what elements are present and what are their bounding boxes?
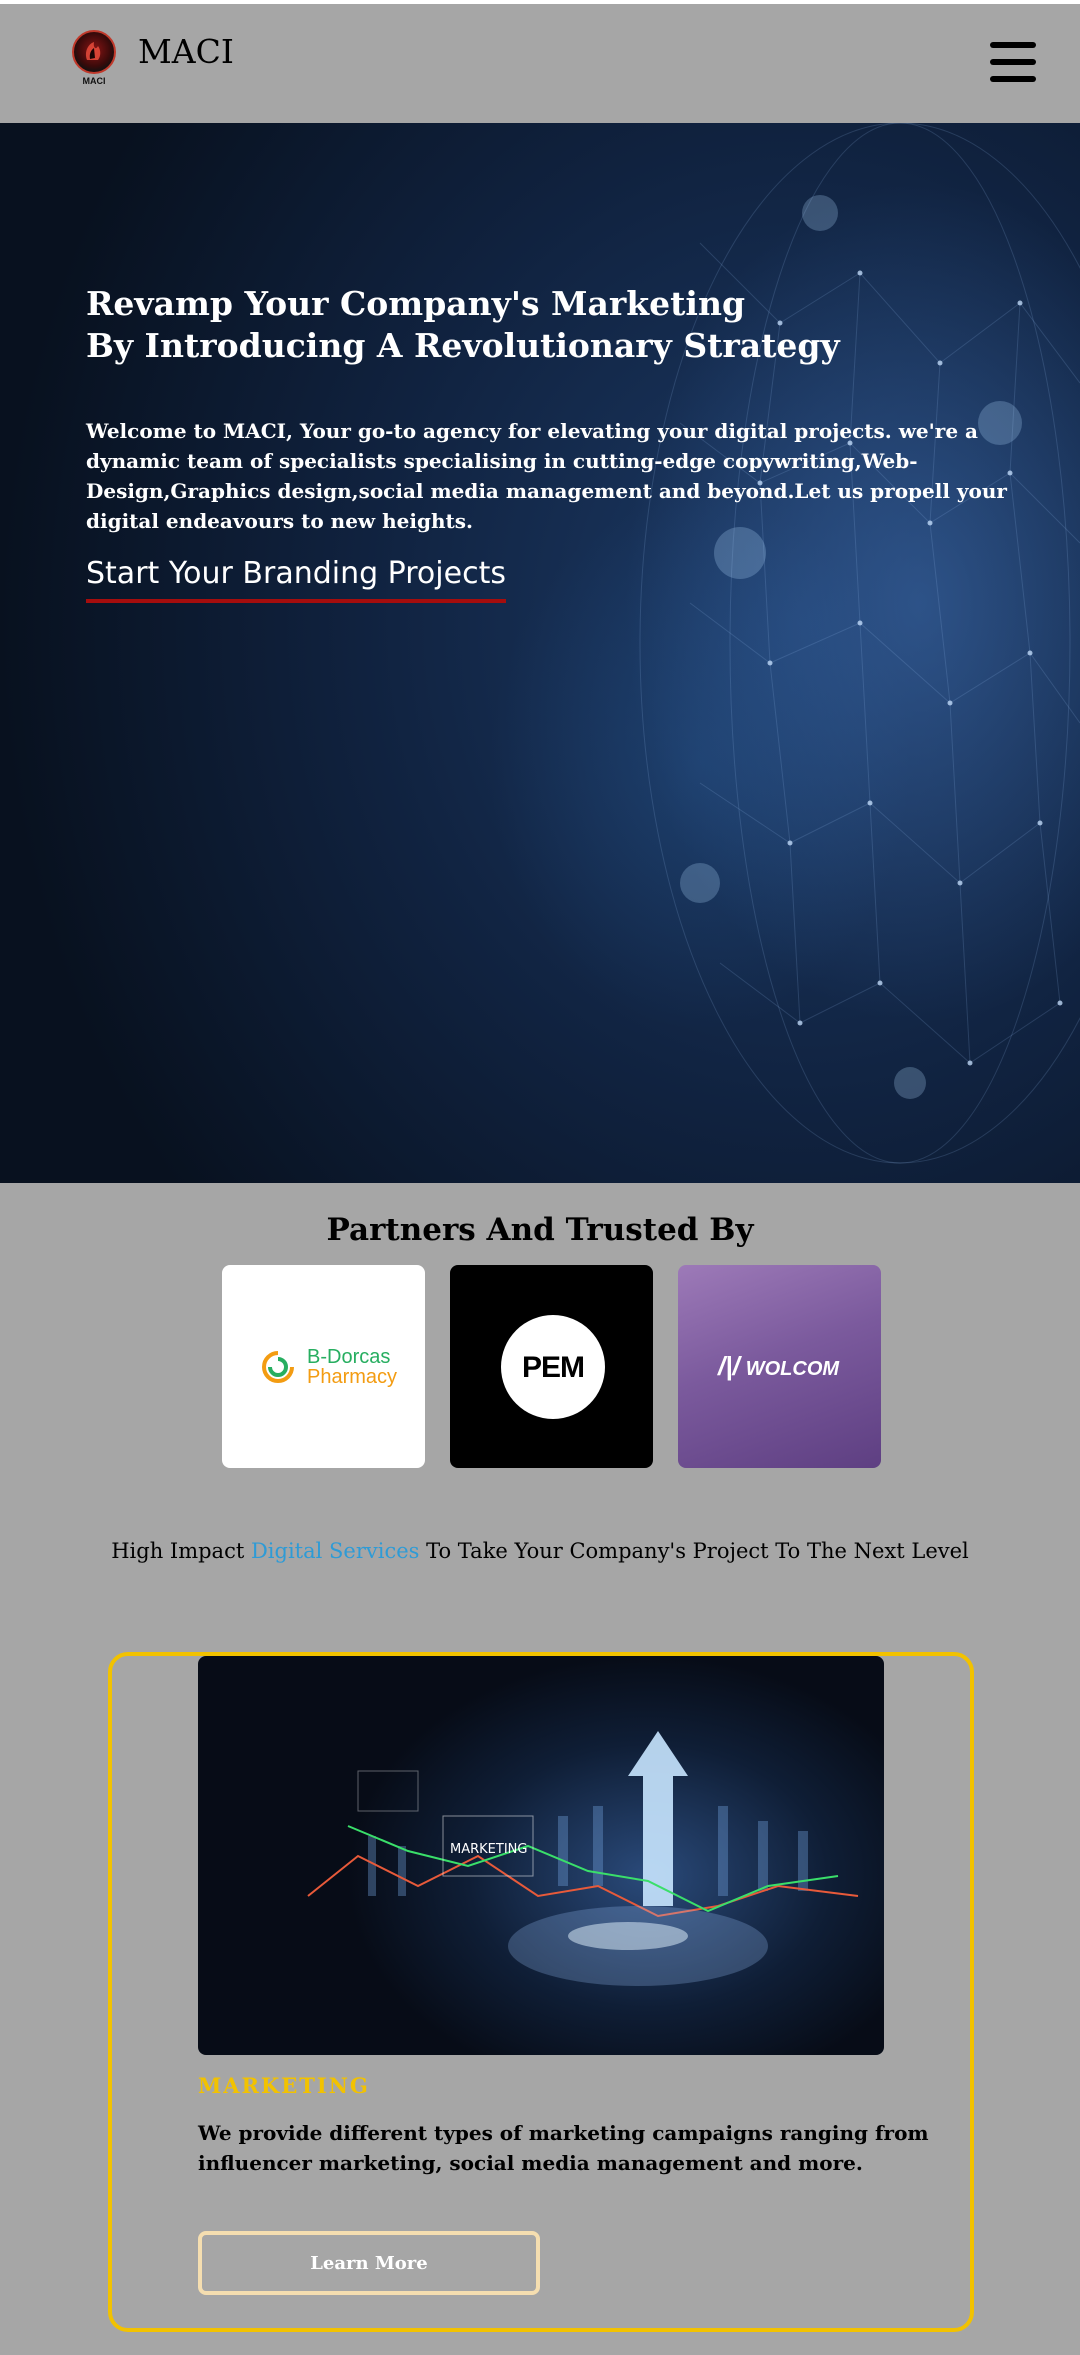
partner-logo-pem: PEM [450, 1265, 653, 1468]
hamburger-menu-icon[interactable] [990, 42, 1036, 86]
wolcom-wordmark: /|/WOLCOM [718, 1351, 839, 1382]
logo-emblem-icon [72, 30, 116, 74]
hero-description: Welcome to MACI, Your go-to agency for e… [86, 419, 1007, 533]
partner-logo-b-dorcas: B-Dorcas Pharmacy [222, 1265, 425, 1468]
card-category: MARKETING [198, 2073, 370, 2098]
network-globe-background [639, 123, 1080, 1164]
hero-title-line1: Revamp Your Company's Marketing [86, 284, 746, 323]
site-header: MACI MACI [0, 4, 1080, 123]
marketing-image-caption: MARKETING [450, 1842, 527, 1857]
hero-section: Revamp Your Company's Marketing By Intro… [0, 123, 1080, 1183]
brand-name[interactable]: MACI [138, 32, 234, 71]
partner-logo-wolcom: /|/WOLCOM [678, 1265, 881, 1468]
b-dorcas-sub: Pharmacy [307, 1366, 398, 1388]
logo-text: MACI [82, 76, 106, 86]
services-intro: High Impact Digital Services To Take You… [0, 1539, 1080, 1563]
hero-title: Revamp Your Company's Marketing By Intro… [86, 283, 986, 367]
services-intro-before: High Impact [111, 1539, 251, 1563]
services-intro-after: To Take Your Company's Project To The Ne… [419, 1539, 969, 1563]
card-description: We provide different types of marketing … [198, 2121, 929, 2175]
b-dorcas-wordmark: B-Dorcas Pharmacy [307, 1347, 397, 1387]
pem-wordmark: PEM [521, 1351, 585, 1384]
b-dorcas-name: B-Dorcas [307, 1346, 391, 1368]
learn-more-button[interactable]: Learn More [198, 2231, 540, 2295]
maci-logo[interactable]: MACI [70, 30, 118, 94]
hero-title-line2: By Introducing A Revolutionary Strategy [86, 326, 840, 365]
digital-services-link[interactable]: Digital Services [251, 1539, 419, 1563]
b-dorcas-mark-icon [262, 1351, 294, 1383]
partners-title: Partners And Trusted By [326, 1212, 754, 1248]
wolcom-name: WOLCOM [745, 1358, 840, 1380]
wolcom-mark-icon: /|/ [718, 1351, 740, 1381]
marketing-image: MARKETING [198, 1656, 884, 2055]
pem-circle: PEM [501, 1315, 605, 1419]
start-branding-link[interactable]: Start Your Branding Projects [86, 556, 506, 603]
